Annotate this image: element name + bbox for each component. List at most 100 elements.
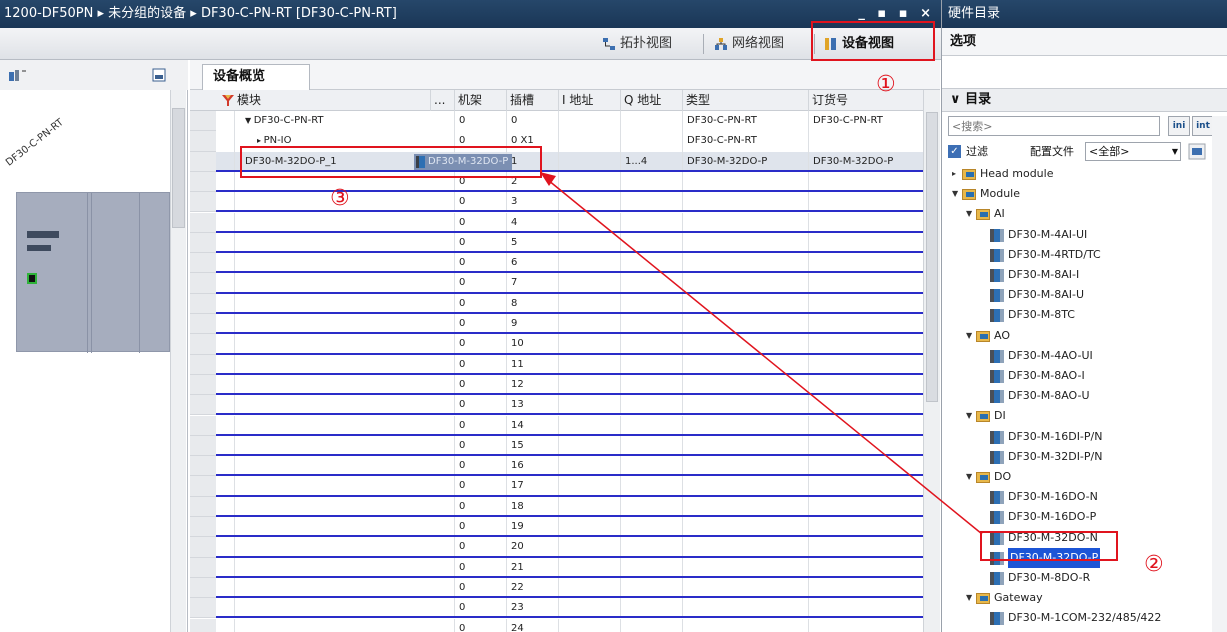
row-header[interactable] xyxy=(190,171,216,193)
cell-rack[interactable]: 0 xyxy=(454,415,506,436)
catalog-item[interactable]: DF30-M-16DI-P/N xyxy=(942,427,1227,447)
cell-q-addr[interactable]: 1...4 xyxy=(620,151,682,172)
col-type[interactable]: 类型 xyxy=(682,90,808,111)
cell-slot[interactable]: 19 xyxy=(506,517,558,538)
catalog-folder[interactable]: ▼ Gateway xyxy=(942,588,1227,608)
cell-i-addr[interactable] xyxy=(558,598,620,619)
cell-q-addr[interactable] xyxy=(620,192,682,213)
cell-module[interactable] xyxy=(234,598,430,619)
cell-module[interactable] xyxy=(234,232,430,254)
cell-i-addr[interactable] xyxy=(558,395,620,416)
cell-order[interactable] xyxy=(808,517,923,538)
cell-i-addr[interactable] xyxy=(558,293,620,314)
row-header[interactable] xyxy=(190,598,216,619)
row-header[interactable] xyxy=(190,374,216,396)
cell-rack[interactable]: 0 xyxy=(454,354,506,375)
cell-q-addr[interactable] xyxy=(620,212,682,233)
table-row[interactable]: 0 18 xyxy=(190,496,923,517)
cell-rack[interactable]: 0 xyxy=(454,395,506,416)
row-header[interactable] xyxy=(190,131,216,152)
module-filter-icon[interactable] xyxy=(221,93,235,107)
row-header[interactable] xyxy=(190,456,216,477)
cell-type[interactable] xyxy=(682,192,808,213)
cell-module[interactable] xyxy=(234,293,430,314)
catalog-folder[interactable]: ▼ DO xyxy=(942,467,1227,487)
cell-i-addr[interactable] xyxy=(558,496,620,517)
cell-q-addr[interactable] xyxy=(620,293,682,314)
device-select-icon[interactable] xyxy=(8,68,28,82)
cell-type[interactable] xyxy=(682,537,808,558)
catalog-folder[interactable]: ▼ AO xyxy=(942,326,1227,346)
tree-expand-icon[interactable]: ▼ xyxy=(966,204,976,224)
catalog-item[interactable]: DF30-M-8AO-U xyxy=(942,386,1227,406)
cell-q-addr[interactable] xyxy=(620,537,682,558)
cell-module[interactable] xyxy=(234,374,430,396)
cell-i-addr[interactable] xyxy=(558,273,620,294)
cell-slot[interactable]: 17 xyxy=(506,476,558,497)
cell-i-addr[interactable] xyxy=(558,557,620,578)
row-header[interactable] xyxy=(190,334,216,355)
catalog-options-section[interactable]: 选项 xyxy=(942,28,1227,56)
table-row[interactable]: 07 xyxy=(190,273,923,294)
table-row[interactable]: 0 20 xyxy=(190,537,923,558)
cell-type[interactable] xyxy=(682,496,808,517)
catalog-search-input[interactable] xyxy=(948,116,1160,136)
cell-order[interactable]: DF30-C-PN-RT xyxy=(808,111,923,132)
row-header[interactable] xyxy=(190,111,216,132)
row-header[interactable] xyxy=(190,314,216,335)
table-row[interactable]: 0 10 xyxy=(190,334,923,355)
catalog-folder[interactable]: ▼ DI xyxy=(942,406,1227,426)
table-row[interactable]: 05 xyxy=(190,232,923,254)
cell-q-addr[interactable] xyxy=(620,618,682,632)
cell-module[interactable] xyxy=(234,557,430,578)
cell-type[interactable] xyxy=(682,354,808,375)
cell-type[interactable]: DF30-M-32DO-P xyxy=(682,151,808,172)
cell-slot[interactable]: 0 xyxy=(506,111,558,132)
filter-checkbox[interactable]: ✓ xyxy=(948,145,961,158)
cell-slot[interactable]: 9 xyxy=(506,314,558,335)
cell-q-addr[interactable] xyxy=(620,354,682,375)
tree-expand-icon[interactable]: ▼ xyxy=(966,588,976,608)
catalog-item[interactable]: DF30-M-4RTD/TC xyxy=(942,245,1227,265)
table-row[interactable]: 0 23 xyxy=(190,598,923,619)
cell-i-addr[interactable] xyxy=(558,537,620,558)
cell-i-addr[interactable] xyxy=(558,415,620,436)
cell-rack[interactable]: 0 xyxy=(454,334,506,355)
cell-module[interactable] xyxy=(234,253,430,274)
cell-slot[interactable]: 15 xyxy=(506,435,558,457)
cell-slot[interactable]: 8 xyxy=(506,293,558,314)
collapse-chevron-icon[interactable]: ∨ xyxy=(950,92,965,107)
table-row[interactable]: 0 22 xyxy=(190,577,923,599)
cell-module[interactable] xyxy=(234,212,430,233)
table-row[interactable]: 0 13 xyxy=(190,395,923,416)
cell-type[interactable] xyxy=(682,314,808,335)
cell-slot[interactable]: 6 xyxy=(506,253,558,274)
table-row[interactable]: 0 24 xyxy=(190,618,923,632)
table-row[interactable]: 0 19 xyxy=(190,517,923,538)
catalog-item[interactable]: DF30-M-4AI-UI xyxy=(942,225,1227,245)
catalog-settings-icon[interactable] xyxy=(1188,143,1206,160)
cell-slot[interactable]: 16 xyxy=(506,456,558,477)
cell-i-addr[interactable] xyxy=(558,618,620,632)
device-rack-graphic[interactable] xyxy=(16,192,170,353)
cell-order[interactable] xyxy=(808,232,923,254)
cell-i-addr[interactable] xyxy=(558,374,620,396)
row-header[interactable] xyxy=(190,395,216,416)
cell-type[interactable] xyxy=(682,334,808,355)
col-more[interactable]: ... xyxy=(430,90,454,111)
cell-q-addr[interactable] xyxy=(620,476,682,497)
cell-type[interactable] xyxy=(682,456,808,477)
cell-slot[interactable]: 20 xyxy=(506,537,558,558)
cell-type[interactable] xyxy=(682,171,808,193)
cell-module[interactable] xyxy=(234,517,430,538)
cell-i-addr[interactable] xyxy=(558,151,620,172)
cell-order[interactable] xyxy=(808,171,923,193)
tree-expand-icon[interactable]: ▼ xyxy=(966,467,976,487)
cell-module[interactable]: ▼ DF30-C-PN-RT xyxy=(234,111,430,132)
cell-rack[interactable]: 0 xyxy=(454,273,506,294)
cell-module[interactable] xyxy=(234,273,430,294)
cell-order[interactable] xyxy=(808,253,923,274)
cell-rack[interactable]: 0 xyxy=(454,577,506,599)
cell-i-addr[interactable] xyxy=(558,131,620,152)
cell-q-addr[interactable] xyxy=(620,415,682,436)
